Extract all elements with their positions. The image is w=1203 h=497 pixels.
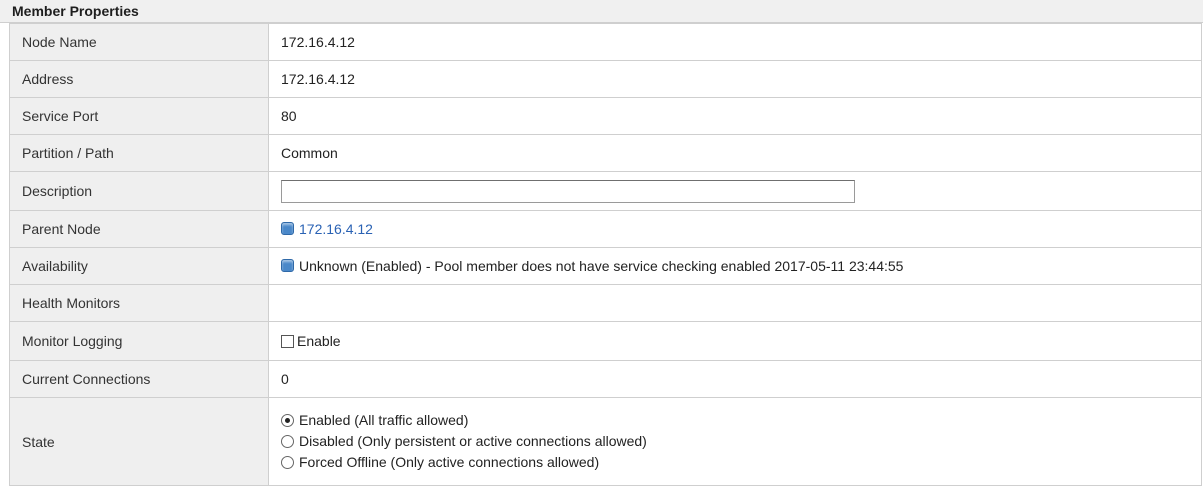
row-availability: Availability Unknown (Enabled) - Pool me… [9, 247, 1202, 285]
parent-node-cell: 172.16.4.12 [268, 210, 1202, 248]
parent-node-label: Parent Node [9, 210, 269, 248]
current-connections-value: 0 [268, 360, 1202, 398]
state-radio-forced-offline[interactable] [281, 456, 294, 469]
health-monitors-value [268, 284, 1202, 322]
node-name-label: Node Name [9, 23, 269, 61]
availability-cell: Unknown (Enabled) - Pool member does not… [268, 247, 1202, 285]
row-service-port: Service Port 80 [9, 97, 1202, 135]
state-label: State [9, 397, 269, 486]
state-option-disabled[interactable]: Disabled (Only persistent or active conn… [281, 431, 1200, 452]
row-address: Address 172.16.4.12 [9, 60, 1202, 98]
monitor-logging-label: Monitor Logging [9, 321, 269, 361]
row-description: Description [9, 171, 1202, 211]
description-cell [268, 171, 1202, 211]
parent-node-link[interactable]: 172.16.4.12 [299, 221, 373, 237]
state-cell: Enabled (All traffic allowed) Disabled (… [268, 397, 1202, 486]
state-option-forced-offline-label[interactable]: Forced Offline (Only active connections … [299, 454, 599, 470]
row-parent-node: Parent Node 172.16.4.12 [9, 210, 1202, 248]
service-port-value: 80 [268, 97, 1202, 135]
current-connections-label: Current Connections [9, 360, 269, 398]
status-square-blue-icon [281, 222, 294, 235]
state-option-disabled-label[interactable]: Disabled (Only persistent or active conn… [299, 433, 647, 449]
partition-value: Common [268, 134, 1202, 172]
monitor-logging-checkbox-label[interactable]: Enable [297, 333, 341, 349]
monitor-logging-cell: Enable [268, 321, 1202, 361]
member-properties-panel: Member Properties Node Name 172.16.4.12 … [0, 0, 1203, 486]
service-port-label: Service Port [9, 97, 269, 135]
description-input[interactable] [281, 179, 855, 203]
status-square-blue-icon [281, 259, 294, 272]
description-label: Description [9, 171, 269, 211]
section-title: Member Properties [0, 0, 1203, 23]
availability-value: Unknown (Enabled) - Pool member does not… [299, 258, 904, 274]
properties-table: Node Name 172.16.4.12 Address 172.16.4.1… [9, 23, 1202, 486]
state-option-forced-offline[interactable]: Forced Offline (Only active connections … [281, 452, 1200, 473]
row-partition: Partition / Path Common [9, 134, 1202, 172]
row-node-name: Node Name 172.16.4.12 [9, 23, 1202, 61]
state-option-enabled[interactable]: Enabled (All traffic allowed) [281, 410, 1200, 431]
row-current-connections: Current Connections 0 [9, 360, 1202, 398]
node-name-value: 172.16.4.12 [268, 23, 1202, 61]
health-monitors-label: Health Monitors [9, 284, 269, 322]
address-value: 172.16.4.12 [268, 60, 1202, 98]
row-health-monitors: Health Monitors [9, 284, 1202, 322]
monitor-logging-checkbox[interactable] [281, 335, 294, 348]
row-monitor-logging: Monitor Logging Enable [9, 321, 1202, 361]
partition-label: Partition / Path [9, 134, 269, 172]
state-radio-enabled[interactable] [281, 414, 294, 427]
row-state: State Enabled (All traffic allowed) Disa… [9, 397, 1202, 486]
address-label: Address [9, 60, 269, 98]
state-option-enabled-label[interactable]: Enabled (All traffic allowed) [299, 412, 468, 428]
state-radio-disabled[interactable] [281, 435, 294, 448]
availability-label: Availability [9, 247, 269, 285]
